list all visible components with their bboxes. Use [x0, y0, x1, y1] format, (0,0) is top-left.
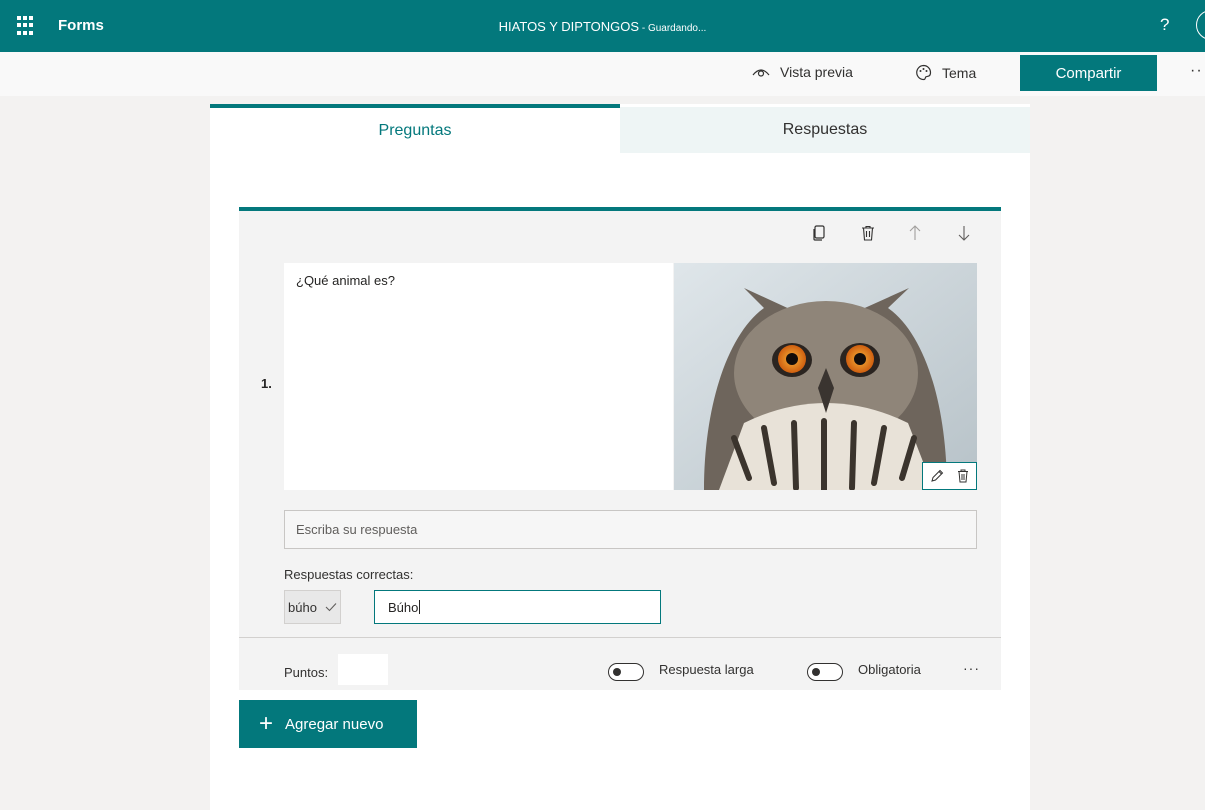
eye-icon: [752, 69, 770, 77]
theme-label: Tema: [942, 64, 977, 81]
checkmark-icon: [325, 600, 337, 615]
command-bar: Vista previa Tema Compartir ··: [0, 52, 1205, 96]
form-title[interactable]: HIATOS Y DIPTONGOS: [499, 19, 639, 34]
long-answer-toggle[interactable]: [608, 663, 644, 681]
share-button[interactable]: Compartir: [1020, 55, 1157, 91]
image-tools: [922, 462, 977, 490]
correct-answer-chip[interactable]: búho: [284, 590, 341, 624]
required-label: Obligatoria: [858, 662, 921, 677]
tab-questions[interactable]: Preguntas: [210, 104, 620, 153]
question-text: ¿Qué animal es?: [296, 273, 395, 288]
preview-button[interactable]: Vista previa: [752, 64, 853, 80]
correct-answers-label: Respuestas correctas:: [284, 567, 414, 582]
question-footer: Puntos: Respuesta larga Obligatoria ···: [239, 637, 1001, 694]
move-down-icon[interactable]: [958, 225, 970, 246]
save-status: Guardando...: [647, 23, 707, 34]
correct-answer-text: búho: [288, 599, 317, 615]
delete-question-icon[interactable]: [861, 225, 875, 246]
edit-image-icon[interactable]: [930, 469, 944, 483]
text-caret: [419, 600, 421, 614]
preview-label: Vista previa: [780, 64, 853, 80]
theme-button[interactable]: Tema: [915, 64, 976, 81]
question-text-field[interactable]: ¿Qué animal es?: [284, 263, 673, 490]
required-toggle[interactable]: [807, 663, 843, 681]
question-more-icon[interactable]: ···: [963, 660, 980, 676]
answer-placeholder-field: Escriba su respuesta: [284, 510, 977, 549]
long-answer-label: Respuesta larga: [659, 662, 754, 677]
owl-picture: [674, 263, 977, 490]
plus-icon: +: [259, 710, 274, 737]
copy-question-icon[interactable]: [812, 225, 826, 246]
add-new-button[interactable]: + Agregar nuevo: [239, 700, 417, 748]
app-header: Forms HIATOS Y DIPTONGOS - Guardando... …: [0, 0, 1205, 52]
delete-image-icon[interactable]: [957, 469, 969, 483]
add-new-label: Agregar nuevo: [285, 715, 384, 733]
title-separator: -: [639, 23, 648, 34]
form-title-bar: HIATOS Y DIPTONGOS - Guardando...: [0, 19, 1205, 34]
question-card[interactable]: 1. ¿Qué animal es? Escriba su respuesta …: [239, 207, 1001, 690]
help-icon[interactable]: ?: [1160, 15, 1169, 35]
tab-responses[interactable]: Respuestas: [620, 107, 1030, 153]
palette-icon: [916, 64, 932, 81]
avatar[interactable]: [1196, 10, 1205, 40]
move-up-icon[interactable]: [909, 225, 921, 246]
question-number: 1.: [261, 376, 272, 391]
new-correct-answer-value: Búho: [388, 599, 419, 615]
new-correct-answer-input[interactable]: Búho: [374, 590, 661, 624]
more-options-icon[interactable]: ··: [1190, 62, 1203, 80]
owl-image[interactable]: [674, 263, 977, 490]
points-label: Puntos:: [284, 665, 329, 680]
points-input[interactable]: [338, 654, 388, 685]
